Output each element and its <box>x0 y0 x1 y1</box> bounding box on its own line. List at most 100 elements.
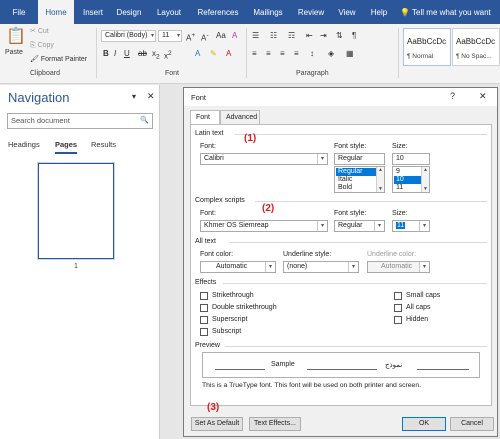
strikethrough-icon[interactable]: ab <box>138 49 147 59</box>
tell-me-box[interactable]: 💡 Tell me what you want <box>400 0 500 24</box>
scroll-up-icon[interactable]: ▲ <box>422 167 429 173</box>
latin-size-input[interactable]: 10 <box>392 153 430 165</box>
font-size-combo[interactable]: 11 ▾ <box>158 30 182 42</box>
tab-references[interactable]: References <box>196 0 240 24</box>
tab-layout[interactable]: Layout <box>154 0 184 24</box>
nav-tab-results[interactable]: Results <box>91 140 116 149</box>
highlight-icon[interactable]: ✎ <box>210 49 217 59</box>
paste-icon[interactable]: 📋 <box>6 28 26 46</box>
tab-mailings[interactable]: Mailings <box>250 0 286 24</box>
list-item[interactable]: 9 <box>394 168 422 176</box>
underline-icon[interactable]: U <box>124 49 130 59</box>
clear-formatting-icon[interactable]: A <box>232 31 237 41</box>
scroll-down-icon[interactable]: ▼ <box>377 186 384 192</box>
align-left-icon[interactable]: ≡ <box>252 49 257 59</box>
tab-view[interactable]: View <box>336 0 358 24</box>
hidden-label: Hidden <box>406 316 429 323</box>
close-icon[interactable]: ✕ <box>147 91 155 101</box>
tab-review[interactable]: Review <box>296 0 326 24</box>
double-strikethrough-checkbox[interactable] <box>200 304 208 312</box>
shrink-font-icon[interactable]: A- <box>201 31 209 44</box>
tab-advanced[interactable]: Advanced <box>220 110 260 124</box>
strikethrough-checkbox[interactable] <box>200 292 208 300</box>
underline-style-combo[interactable]: (none) ▾ <box>283 261 359 273</box>
show-hide-icon[interactable]: ¶ <box>352 31 356 41</box>
format-painter-button[interactable]: 🖌 Format Painter <box>30 55 87 65</box>
close-icon[interactable]: ✕ <box>479 91 487 102</box>
cancel-button[interactable]: Cancel <box>450 417 494 431</box>
complex-font-combo[interactable]: Khmer OS Siemreap ▾ <box>200 220 328 232</box>
shading-icon[interactable]: ◈ <box>328 49 334 59</box>
ok-button[interactable]: OK <box>402 417 446 431</box>
tab-design[interactable]: Design <box>114 0 144 24</box>
section-all-text: All text <box>195 238 217 245</box>
scrollbar[interactable]: ▲ ▼ <box>376 167 384 192</box>
increase-indent-icon[interactable]: ⇥ <box>320 31 327 41</box>
latin-font-combo[interactable]: Calibri ▾ <box>200 153 328 165</box>
help-icon[interactable]: ? <box>450 91 455 101</box>
copy-button[interactable]: ⎘ Copy <box>30 41 54 51</box>
decrease-indent-icon[interactable]: ⇤ <box>306 31 313 41</box>
sort-icon[interactable]: ⇅ <box>336 31 343 41</box>
tab-home[interactable]: Home <box>38 0 74 24</box>
nav-tab-pages[interactable]: Pages <box>55 140 77 149</box>
font-name-combo[interactable]: Calibri (Body) ▾ <box>101 30 156 42</box>
cut-button[interactable]: ✂ Cut <box>30 27 49 37</box>
scroll-down-icon[interactable]: ▼ <box>422 186 429 192</box>
font-color-combo[interactable]: Automatic ▾ <box>200 261 276 273</box>
search-icon[interactable]: 🔍 <box>140 114 149 128</box>
align-right-icon[interactable]: ≡ <box>280 49 285 59</box>
style-no-spacing[interactable]: AaBbCcDc ¶ No Spac... <box>452 28 500 66</box>
tab-help[interactable]: Help <box>368 0 390 24</box>
small-caps-checkbox[interactable] <box>394 292 402 300</box>
style-name: ¶ No Spac... <box>456 53 492 60</box>
complex-style-label: Font style: <box>334 210 367 217</box>
complex-size-combo[interactable]: 11 ▾ <box>392 220 430 232</box>
scroll-up-icon[interactable]: ▲ <box>377 167 384 173</box>
subscript-icon[interactable]: x2 <box>152 49 160 63</box>
latin-style-list[interactable]: Regular Italic Bold ▲ ▼ <box>334 166 385 193</box>
hidden-checkbox[interactable] <box>394 316 402 324</box>
scrollbar[interactable]: ▲ ▼ <box>421 167 429 192</box>
subscript-checkbox[interactable] <box>200 328 208 336</box>
grow-font-icon[interactable]: A+ <box>186 31 195 44</box>
paste-button[interactable]: Paste <box>5 48 23 58</box>
list-item[interactable]: 10 <box>394 176 422 184</box>
align-center-icon[interactable]: ≡ <box>266 49 271 59</box>
tab-file[interactable]: File <box>8 0 30 24</box>
line-spacing-icon[interactable]: ↕ <box>310 49 314 59</box>
tab-insert[interactable]: Insert <box>80 0 106 24</box>
bullets-icon[interactable]: ☰ <box>252 31 259 41</box>
italic-icon[interactable]: I <box>114 49 116 59</box>
text-effects-button[interactable]: Text Effects... <box>249 417 301 431</box>
text-effects-icon[interactable]: A <box>195 49 200 59</box>
nav-tab-headings[interactable]: Headings <box>8 140 40 149</box>
change-case-icon[interactable]: Aa <box>216 31 226 41</box>
divider <box>235 134 487 135</box>
superscript-checkbox[interactable] <box>200 316 208 324</box>
complex-size-label: Size: <box>392 210 408 217</box>
list-item[interactable]: Regular <box>336 168 377 176</box>
superscript-icon[interactable]: x2 <box>164 49 172 62</box>
numbering-icon[interactable]: ☷ <box>270 31 277 41</box>
latin-size-list[interactable]: 9 10 11 ▲ ▼ <box>392 166 430 193</box>
borders-icon[interactable]: ▦ <box>346 49 354 59</box>
complex-style-combo[interactable]: Regular ▾ <box>334 220 385 232</box>
search-input[interactable]: Search document 🔍 <box>7 113 153 129</box>
page-thumbnail[interactable] <box>38 163 114 259</box>
all-caps-checkbox[interactable] <box>394 304 402 312</box>
tab-font[interactable]: Font <box>190 110 220 125</box>
style-normal[interactable]: AaBbCcDc ¶ Normal <box>403 28 451 66</box>
latin-style-label: Font style: <box>334 143 367 150</box>
multilevel-list-icon[interactable]: ☶ <box>288 31 295 41</box>
set-as-default-button[interactable]: Set As Default <box>191 417 243 431</box>
justify-icon[interactable]: ≡ <box>294 49 299 59</box>
pane-options-icon[interactable]: ▾ <box>132 92 136 102</box>
bold-icon[interactable]: B <box>103 49 109 59</box>
list-item[interactable]: Bold <box>336 184 377 192</box>
list-item[interactable]: Italic <box>336 176 377 184</box>
list-item[interactable]: 11 <box>394 184 422 192</box>
font-color-icon[interactable]: A <box>226 49 231 59</box>
preview-baseline <box>215 369 265 370</box>
latin-style-input[interactable]: Regular <box>334 153 385 165</box>
